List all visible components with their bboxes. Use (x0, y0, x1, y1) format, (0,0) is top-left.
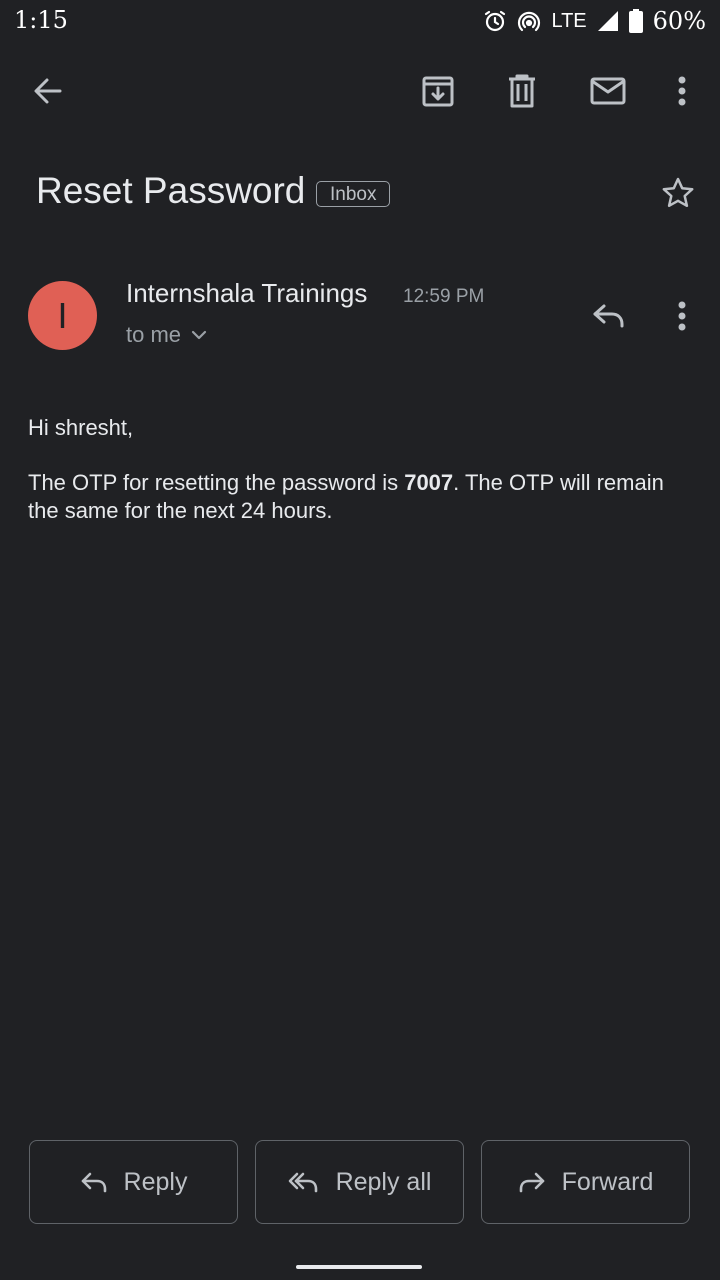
reply-button[interactable]: Reply (29, 1140, 238, 1224)
home-indicator[interactable] (296, 1265, 422, 1269)
network-type: LTE (551, 9, 587, 32)
avatar-initial: I (57, 294, 68, 336)
delete-button[interactable] (498, 67, 546, 115)
email-subject: Reset Password (36, 170, 306, 211)
more-options-button[interactable] (658, 67, 706, 115)
arrow-left-icon (32, 75, 64, 107)
email-greeting: Hi shresht, (28, 415, 134, 440)
more-vert-icon (678, 76, 686, 106)
body-text-before: The OTP for resetting the password is (28, 470, 405, 495)
reply-all-icon (288, 1171, 320, 1193)
signal-icon (597, 10, 619, 32)
forward-label: Forward (561, 1167, 654, 1196)
otp-code: 7007 (404, 470, 454, 495)
recipients-label: to me (126, 322, 182, 347)
archive-icon (421, 74, 455, 108)
forward-button[interactable]: Forward (481, 1140, 690, 1224)
sent-time: 12:59 PM (403, 286, 485, 307)
inbox-label-chip[interactable]: Inbox (316, 181, 391, 207)
battery-percent: 60% (652, 7, 706, 35)
reply-icon-button[interactable] (585, 292, 633, 340)
hotspot-icon (517, 9, 541, 33)
reply-icon (592, 303, 626, 329)
chevron-down-icon (191, 329, 207, 341)
status-time: 1:15 (14, 6, 68, 34)
star-icon (661, 176, 695, 210)
sender-avatar[interactable]: I (28, 281, 97, 350)
reply-all-label: Reply all (335, 1167, 432, 1196)
recipients-toggle[interactable]: to me (126, 322, 207, 348)
sender-name: Internshala Trainings (126, 278, 368, 308)
more-vert-icon (678, 301, 686, 331)
reply-all-button[interactable]: Reply all (255, 1140, 464, 1224)
status-icons: LTE 60% (483, 6, 706, 36)
reply-label: Reply (123, 1167, 188, 1196)
trash-icon (506, 74, 538, 108)
battery-icon (628, 9, 643, 33)
reply-icon (80, 1171, 108, 1193)
archive-button[interactable] (414, 67, 462, 115)
star-button[interactable] (654, 169, 702, 217)
back-button[interactable] (24, 67, 72, 115)
alarm-icon (483, 9, 507, 33)
email-body: The OTP for resetting the password is 70… (28, 469, 668, 525)
message-more-button[interactable] (658, 292, 706, 340)
mail-icon (590, 77, 626, 105)
forward-icon (518, 1171, 546, 1193)
mark-unread-button[interactable] (584, 67, 632, 115)
